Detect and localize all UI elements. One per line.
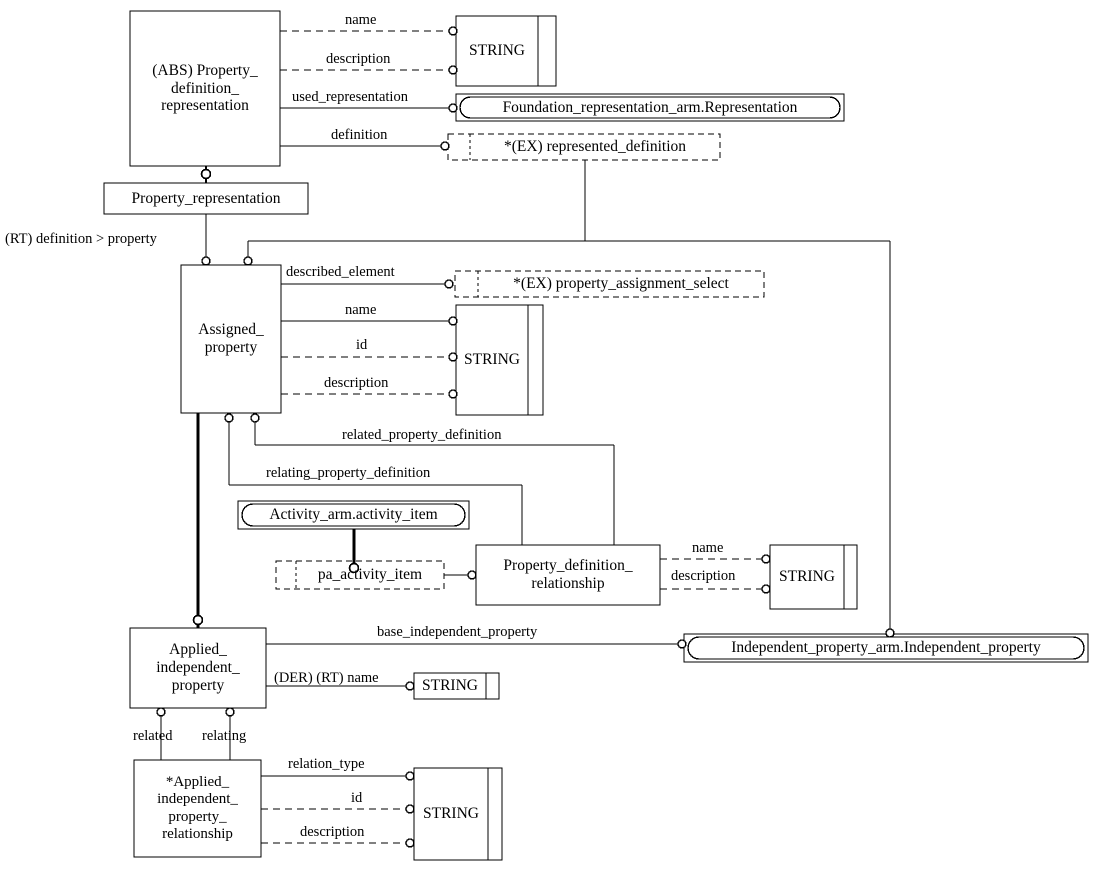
attribute-label-aipr-description: description bbox=[300, 824, 365, 840]
attribute-label-aipr-relation-type: relation_type bbox=[288, 756, 365, 772]
edge-aipr-id bbox=[261, 804, 415, 814]
express-g-diagram: (ABS) Property_ definition_ representation… bbox=[0, 0, 1100, 870]
edge-ap-id bbox=[281, 352, 458, 362]
string-box-applied-independent-property-relationship-edge bbox=[487, 767, 503, 861]
edge-subtype-property-representation bbox=[200, 166, 212, 183]
external-ref-activity-item[interactable] bbox=[237, 500, 470, 530]
entity-box-applied-independent-property-relationship[interactable] bbox=[133, 759, 262, 858]
string-box-property-definition-relationship-edge bbox=[843, 544, 858, 610]
string-box-applied-independent-property-edge bbox=[485, 672, 500, 700]
attribute-label-related-property-definition: related_property_definition bbox=[342, 427, 502, 443]
string-box-applied-independent-property[interactable] bbox=[413, 672, 487, 700]
attribute-label-aipr-related: related bbox=[133, 728, 173, 744]
string-box-property-definition-relationship[interactable] bbox=[769, 544, 845, 610]
attribute-label-der-rt-name: (DER) (RT) name bbox=[274, 670, 379, 686]
attribute-label-relating-property-definition: relating_property_definition bbox=[266, 465, 431, 481]
attribute-label-ap-name: name bbox=[345, 302, 377, 318]
attribute-label-ap-described-element: described_element bbox=[286, 264, 395, 280]
edge-pdrel-description bbox=[660, 584, 771, 594]
edge-subtype-applied-independent-property bbox=[192, 413, 204, 628]
external-ref-foundation-representation[interactable] bbox=[455, 93, 845, 122]
attribute-label-ap-id: id bbox=[356, 337, 368, 353]
attribute-label-aipr-id: id bbox=[351, 790, 363, 806]
edge-aipr-relation-type bbox=[261, 771, 415, 781]
attribute-label-pdr-description: description bbox=[326, 51, 391, 67]
attribute-label-pdr-used-representation: used_representation bbox=[292, 89, 408, 105]
entity-box-property-definition-relationship[interactable] bbox=[475, 544, 661, 606]
string-box-assigned-property[interactable] bbox=[455, 304, 529, 416]
attribute-label-ap-description: description bbox=[324, 375, 389, 391]
select-box-pa-activity-item[interactable] bbox=[275, 560, 445, 590]
select-box-represented-definition[interactable] bbox=[447, 133, 721, 161]
external-ref-independent-property[interactable] bbox=[683, 633, 1089, 663]
string-box-assigned-property-edge bbox=[527, 304, 544, 416]
attribute-label-pdr-name: name bbox=[345, 12, 377, 28]
entity-box-property-representation[interactable] bbox=[103, 182, 309, 215]
edge-ap-described-element bbox=[281, 279, 454, 289]
entity-box-property-definition-representation[interactable] bbox=[129, 10, 281, 167]
edge-activity-item-pa-activity-item bbox=[348, 529, 360, 574]
string-box-applied-independent-property-relationship[interactable] bbox=[413, 767, 489, 861]
attribute-label-aipr-relating: relating bbox=[202, 728, 247, 744]
string-box-top[interactable] bbox=[455, 15, 539, 87]
attribute-label-pdrel-description: description bbox=[671, 568, 736, 584]
edge-base-independent-property bbox=[266, 639, 687, 649]
attribute-label-pdrel-name: name bbox=[692, 540, 724, 556]
entity-box-applied-independent-property[interactable] bbox=[129, 627, 267, 709]
entity-box-assigned-property[interactable] bbox=[180, 264, 282, 414]
edge-pa-activity-item-pdrel bbox=[444, 570, 477, 580]
attribute-label-base-independent-property: base_independent_property bbox=[377, 624, 538, 640]
select-box-property-assignment-select[interactable] bbox=[454, 270, 765, 298]
string-box-top-edge bbox=[537, 15, 557, 87]
attribute-label-rt-definition-property: (RT) definition > property bbox=[5, 231, 157, 247]
attribute-label-pdr-definition: definition bbox=[331, 127, 388, 143]
edge-rt-definition-property bbox=[201, 214, 211, 266]
